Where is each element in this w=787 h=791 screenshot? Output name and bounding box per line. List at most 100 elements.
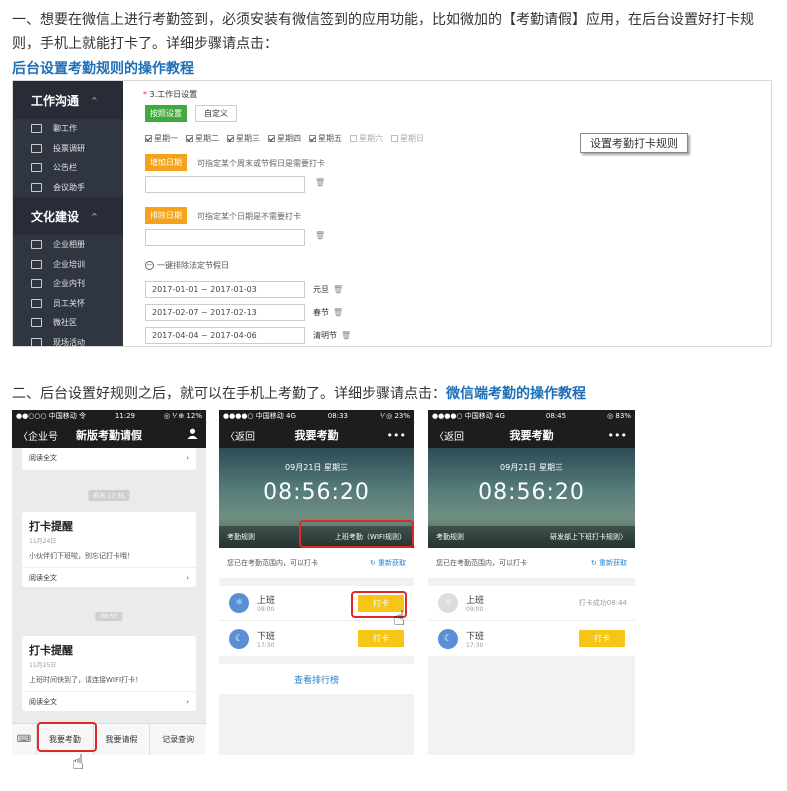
sun-icon: ☼	[229, 593, 249, 613]
sidebar-item-label: 企业相册	[53, 240, 85, 250]
back-button[interactable]: 〈返回	[225, 428, 255, 443]
read-all-link: 阅读全文	[29, 697, 57, 706]
sidebar-item[interactable]: 企业培训	[13, 255, 123, 275]
sidebar-item[interactable]: 现场活动	[13, 333, 123, 347]
current-time: 08:56:20	[478, 480, 585, 505]
weekday-checkbox[interactable]: 星期六	[350, 133, 383, 144]
sun-icon: ☼	[438, 593, 458, 613]
card-body: 上班时间快到了，请连接WIFI打卡！	[29, 676, 143, 684]
trash-icon[interactable]: 🗑	[315, 231, 325, 240]
sidebar-item[interactable]: 企业内刊	[13, 274, 123, 294]
status-bar: ●●●●○ 中国移动 4G 08:33 ⅟ ◎ 23%	[219, 410, 414, 422]
megaphone-icon	[31, 163, 42, 173]
carrier: ●●○○○ 中国移动 令	[16, 412, 86, 420]
refresh-button[interactable]: ↻ 重新获取	[591, 558, 627, 568]
sidebar-item-label: 聊工作	[53, 124, 77, 134]
in-range-text: 您已在考勤范围内，可以打卡	[436, 559, 527, 567]
sidebar-item-label: 投票调研	[53, 143, 85, 153]
holiday-row: 2017-02-07 ~ 2017-02-13 春节 🗑	[145, 304, 343, 321]
highlight-box	[37, 722, 97, 752]
sidebar-group-work[interactable]: 工作沟通 ^	[13, 81, 123, 119]
tab-records[interactable]: 记录查询	[149, 723, 206, 755]
sidebar-item[interactable]: 员工关怀	[13, 294, 123, 314]
nav-bar: 〈返回 我要考勤 •••	[219, 422, 414, 448]
chevron-up-icon: ^	[91, 211, 98, 221]
exclude-legal-holidays-link[interactable]: − 一键排除法定节假日	[145, 260, 229, 271]
holiday-range-field[interactable]: 2017-04-04 ~ 2017-04-06	[145, 327, 305, 344]
hand-pointer-icon: ☝	[393, 606, 406, 630]
sidebar-item[interactable]: 会议助手	[13, 178, 123, 198]
admin-tutorial-link[interactable]: 后台设置考勤规则的操作教程	[12, 58, 194, 78]
shift-row-off: ☾ 下班 17:30 打卡	[219, 621, 414, 656]
add-date-button[interactable]: 增加日期	[145, 154, 187, 171]
magazine-icon	[31, 279, 42, 289]
read-all-link: 阅读全文	[29, 573, 57, 582]
tab-leave[interactable]: 我要请假	[92, 723, 150, 755]
battery: ◎ ⅟ ⊕ 12%	[163, 412, 202, 420]
timestamp-pill: 昨天 17:35	[88, 490, 130, 501]
holiday-name: 春节	[313, 308, 329, 317]
holiday-range-field[interactable]: 2017-01-01 ~ 2017-01-03	[145, 281, 305, 298]
punch-out-button[interactable]: 打卡	[579, 630, 625, 647]
weekday-checkbox[interactable]: 星期二	[186, 133, 219, 144]
event-icon	[31, 337, 42, 346]
trash-icon[interactable]: 🗑	[333, 285, 343, 294]
weekday-checkbox[interactable]: 星期三	[227, 133, 260, 144]
wechat-tutorial-link[interactable]: 微信端考勤的操作教程	[446, 386, 586, 402]
keyboard-icon[interactable]: ⌨	[12, 734, 36, 745]
exclude-date-input[interactable]	[145, 229, 305, 246]
sidebar-item[interactable]: 聊工作	[13, 119, 123, 139]
sidebar-item[interactable]: 投票调研	[13, 139, 123, 159]
status-time: 08:45	[545, 412, 567, 420]
custom-button[interactable]: 自定义	[195, 105, 237, 122]
back-button[interactable]: 〈返回	[434, 428, 464, 443]
weekday-checkbox[interactable]: 星期四	[268, 133, 301, 144]
trash-icon[interactable]: 🗑	[333, 308, 343, 317]
community-icon	[31, 318, 42, 328]
punch-out-button[interactable]: 打卡	[358, 630, 404, 647]
rule-bar[interactable]: 考勤规则 研发部上下班打卡规则〉	[428, 526, 635, 548]
sidebar-group-culture[interactable]: 文化建设 ^	[13, 197, 123, 235]
chevron-up-icon: ^	[91, 95, 98, 105]
sidebar-item[interactable]: 公告栏	[13, 158, 123, 178]
weekday-checkbox[interactable]: 星期一	[145, 133, 178, 144]
meeting-icon	[31, 182, 42, 192]
admin-sidebar: 工作沟通 ^ 聊工作 投票调研 公告栏 会议助手 文化建设 ^ 企业相册 企业培…	[13, 81, 123, 347]
holiday-range-field[interactable]: 2017-02-07 ~ 2017-02-13	[145, 304, 305, 321]
add-date-input[interactable]	[145, 176, 305, 193]
sidebar-item[interactable]: 企业相册	[13, 235, 123, 255]
weekday-checkbox[interactable]: 星期日	[391, 133, 424, 144]
chevron-right-icon: ›	[186, 697, 189, 706]
exclude-date-button[interactable]: 排除日期	[145, 207, 187, 224]
person-icon[interactable]	[187, 428, 198, 442]
message-card[interactable]: 打卡提醒 11月25日 上班时间快到了，请连接WIFI打卡！ 阅读全文 ›	[22, 636, 196, 711]
timestamp-pill: 08:55	[95, 612, 123, 621]
sidebar-item-label: 会议助手	[53, 182, 85, 192]
legal-setting-button[interactable]: 按照设置	[145, 105, 187, 122]
ranking-link[interactable]: 查看排行榜	[219, 664, 414, 694]
admin-screenshot: 工作沟通 ^ 聊工作 投票调研 公告栏 会议助手 文化建设 ^ 企业相册 企业培…	[12, 80, 772, 347]
trash-icon[interactable]: 🗑	[315, 178, 325, 187]
sidebar-item[interactable]: 微社区	[13, 313, 123, 333]
sidebar-item-label: 员工关怀	[53, 298, 85, 308]
card-title: 打卡提醒	[29, 520, 73, 533]
refresh-button[interactable]: ↻ 重新获取	[370, 558, 406, 568]
message-card[interactable]: 打卡提醒 11月24日 小伙伴们下班啦，别忘记打卡哦！ 阅读全文 ›	[22, 512, 196, 587]
refresh-icon: ↻	[369, 559, 376, 567]
more-icon[interactable]: •••	[387, 429, 406, 442]
read-all-link: 阅读全文	[29, 454, 57, 462]
sidebar-item-label: 公告栏	[53, 163, 77, 173]
chevron-right-icon: ›	[186, 454, 189, 462]
message-card[interactable]: 阅读全文 ›	[22, 448, 196, 470]
album-icon	[31, 240, 42, 250]
card-body: 小伙伴们下班啦，别忘记打卡哦！	[29, 552, 134, 560]
more-icon[interactable]: •••	[608, 429, 627, 442]
trash-icon[interactable]: 🗑	[341, 331, 351, 340]
weekday-checkbox[interactable]: 星期五	[309, 133, 342, 144]
back-button[interactable]: 〈企业号	[18, 428, 58, 443]
sidebar-item-label: 现场活动	[53, 337, 85, 347]
nav-bar: 〈返回 我要考勤 •••	[428, 422, 635, 448]
chat-icon	[31, 124, 42, 134]
sidebar-group-label: 文化建设	[31, 209, 80, 224]
holiday-name: 元旦	[313, 285, 329, 294]
